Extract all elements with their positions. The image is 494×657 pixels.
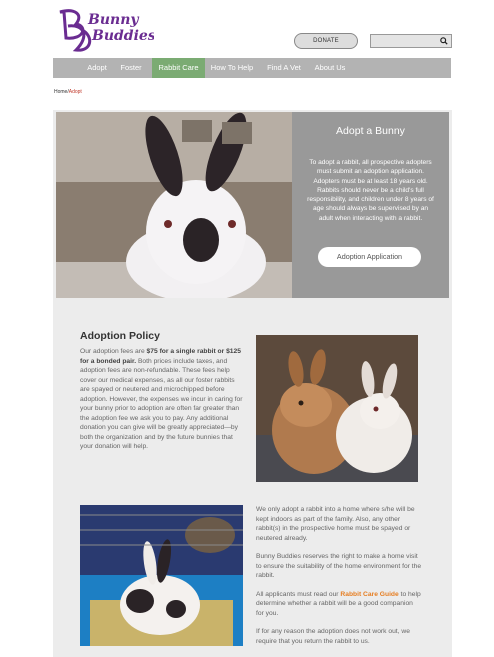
rabbit-care-guide-link[interactable]: Rabbit Care Guide	[340, 591, 398, 598]
policy-text-1: Our adoption fees are	[80, 348, 147, 355]
care-guide-pre: All applicants must read our	[256, 590, 341, 598]
requirement-care-guide: All applicants must read our Rabbit Care…	[256, 590, 422, 619]
bunny-buddies-logo[interactable]: Bunny Buddies	[54, 6, 156, 54]
requirement-home-visit: Bunny Buddies reserves the right to make…	[256, 553, 422, 579]
logo-text-bunny: Bunny	[87, 12, 139, 28]
adoption-application-button[interactable]: Adoption Application	[318, 247, 421, 267]
hero-rabbit-photo	[56, 112, 292, 298]
two-rabbits-photo	[256, 335, 418, 482]
hero-description: To adopt a rabbit, all prospective adopt…	[307, 159, 434, 222]
requirement-indoor: We only adopt a rabbit into a home where…	[256, 506, 415, 542]
logo-text-buddies: Buddies	[91, 28, 154, 44]
search-input[interactable]	[370, 34, 452, 48]
adoption-policy-heading: Adoption Policy	[80, 330, 160, 342]
adopt-info-panel: Adopt a Bunny To adopt a rabbit, all pro…	[292, 112, 449, 298]
adoption-policy-text: Our adoption fees are $75 for a single r…	[80, 347, 245, 452]
search-icon[interactable]	[440, 37, 448, 45]
nav-how-to-help[interactable]: How To Help	[207, 58, 257, 78]
rabbit-in-cage-photo	[80, 505, 243, 646]
policy-text-2: Both prices include taxes, and adoption …	[80, 357, 243, 451]
requirement-return: If for any reason the adoption does not …	[256, 628, 410, 645]
breadcrumb: Home/Adopt	[54, 89, 82, 95]
nav-find-a-vet[interactable]: Find A Vet	[263, 58, 305, 78]
nav-adopt[interactable]: Adopt	[83, 58, 111, 78]
nav-foster[interactable]: Foster	[116, 58, 146, 78]
donate-button[interactable]: DONATE	[294, 33, 358, 49]
breadcrumb-home[interactable]: Home	[54, 89, 67, 95]
adoption-requirements: We only adopt a rabbit into a home where…	[256, 505, 422, 655]
nav-about-us[interactable]: About Us	[310, 58, 350, 78]
hero-title: Adopt a Bunny	[336, 125, 405, 137]
logo-graphic: Bunny Buddies	[59, 9, 156, 52]
main-nav: Adopt Foster Rabbit Care How To Help Fin…	[53, 58, 451, 78]
nav-rabbit-care[interactable]: Rabbit Care	[152, 58, 205, 78]
breadcrumb-current: Adopt	[68, 89, 82, 95]
